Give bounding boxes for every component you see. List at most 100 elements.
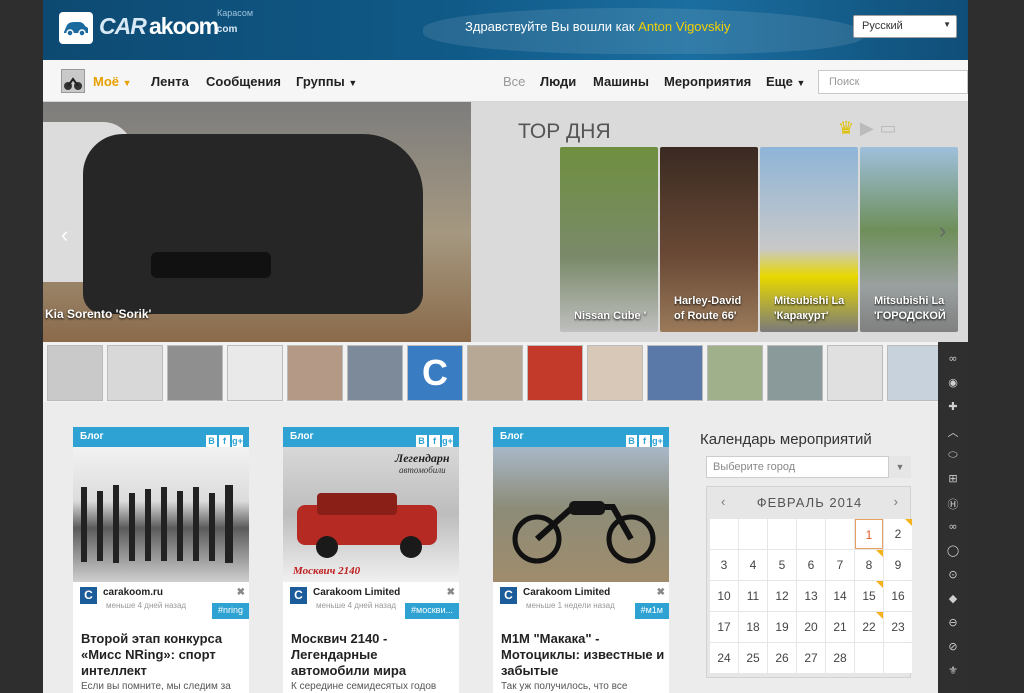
close-icon[interactable]: ✖: [657, 587, 665, 598]
calendar-day[interactable]: 27: [797, 643, 825, 673]
thumbnail[interactable]: [107, 345, 163, 401]
calendar-day[interactable]: 7: [826, 550, 854, 580]
calendar-day[interactable]: 23: [884, 612, 912, 642]
calendar-day[interactable]: 3: [710, 550, 738, 580]
calendar-day[interactable]: 17: [710, 612, 738, 642]
logo-text-akoom[interactable]: akoom: [149, 13, 219, 40]
calendar-day[interactable]: 21: [826, 612, 854, 642]
thumbnail[interactable]: [167, 345, 223, 401]
thumbnail[interactable]: [707, 345, 763, 401]
post-title[interactable]: M1M "Макака" - Мотоциклы: известные и за…: [501, 631, 665, 679]
city-select[interactable]: Выберите город: [706, 456, 911, 478]
chevron-left-icon[interactable]: ‹: [61, 222, 68, 248]
kia-icon[interactable]: ◯: [943, 544, 963, 558]
thumbnail[interactable]: [347, 345, 403, 401]
thumbnail[interactable]: [647, 345, 703, 401]
user-avatar[interactable]: [61, 69, 85, 93]
thumbnail[interactable]: [827, 345, 883, 401]
post-image[interactable]: [493, 447, 669, 582]
peugeot-icon[interactable]: ⚜: [943, 664, 963, 678]
calendar-day[interactable]: 20: [797, 612, 825, 642]
nissan-icon[interactable]: ⊖: [943, 616, 963, 630]
author-avatar[interactable]: C: [290, 587, 307, 604]
nav-more[interactable]: Еще ▼: [766, 74, 805, 89]
post-category[interactable]: Блог: [500, 431, 524, 442]
facebook-share-button[interactable]: f: [639, 435, 650, 447]
calendar-day[interactable]: 14: [826, 581, 854, 611]
honda-icon[interactable]: ⊞: [943, 472, 963, 486]
chevron-down-icon[interactable]: ▼: [888, 456, 911, 478]
chevrolet-icon[interactable]: ✚: [943, 400, 963, 414]
blog-post-card[interactable]: Блог Bf g+ Легендарн автомобили Москвич 2…: [283, 427, 459, 693]
thumbnail[interactable]: [527, 345, 583, 401]
nav-messages[interactable]: Сообщения: [206, 74, 281, 89]
mazda-icon[interactable]: ⊙: [943, 568, 963, 582]
vk-share-button[interactable]: B: [626, 435, 637, 447]
nav-cars[interactable]: Машины: [593, 74, 649, 89]
thumbnail[interactable]: [767, 345, 823, 401]
hyundai-icon[interactable]: Ⓗ: [943, 496, 963, 511]
calendar-day[interactable]: 6: [797, 550, 825, 580]
crown-icon[interactable]: ♛: [838, 118, 854, 139]
post-category[interactable]: Блог: [80, 431, 104, 442]
nav-all[interactable]: Все: [503, 74, 525, 89]
post-image[interactable]: [73, 447, 249, 582]
calendar-day[interactable]: 22: [855, 612, 883, 642]
post-hashtag[interactable]: #м1м: [634, 603, 669, 619]
thumbnail[interactable]: [47, 345, 103, 401]
user-name-link[interactable]: Anton Vigovskiy: [638, 19, 730, 34]
nav-feed[interactable]: Лента: [151, 74, 189, 89]
nav-mine[interactable]: Моё ▼: [93, 74, 132, 89]
post-hashtag[interactable]: #москви...: [405, 603, 459, 619]
author-avatar[interactable]: C: [80, 587, 97, 604]
calendar-day[interactable]: 15: [855, 581, 883, 611]
nav-groups[interactable]: Группы ▼: [296, 74, 357, 89]
hero-slide[interactable]: ‹ Kia Sorento 'Sorik': [43, 102, 471, 342]
googleplus-share-button[interactable]: g+: [652, 435, 663, 447]
post-title[interactable]: Москвич 2140 - Легендарные автомобили ми…: [291, 631, 455, 679]
calendar-day[interactable]: 13: [797, 581, 825, 611]
calendar-day[interactable]: 4: [739, 550, 767, 580]
calendar-day[interactable]: 16: [884, 581, 912, 611]
thumbnail[interactable]: [467, 345, 523, 401]
thumbnail[interactable]: [227, 345, 283, 401]
post-author[interactable]: Carakoom Limited: [313, 587, 400, 598]
calendar-day[interactable]: 18: [739, 612, 767, 642]
chevron-right-icon[interactable]: ›: [939, 218, 946, 244]
top-card[interactable]: Harley-David of Route 66': [660, 147, 758, 332]
post-category[interactable]: Блог: [290, 431, 314, 442]
thumbnail[interactable]: C: [407, 345, 463, 401]
calendar-day[interactable]: 8: [855, 550, 883, 580]
facebook-share-button[interactable]: f: [219, 435, 230, 447]
calendar-day[interactable]: 11: [739, 581, 767, 611]
hero-caption[interactable]: Kia Sorento 'Sorik': [45, 307, 151, 321]
vk-share-button[interactable]: B: [416, 435, 427, 447]
chat-icon[interactable]: ▭: [879, 118, 896, 139]
post-author[interactable]: Carakoom Limited: [523, 587, 610, 598]
thumbnail[interactable]: [287, 345, 343, 401]
author-avatar[interactable]: C: [500, 587, 517, 604]
googleplus-share-button[interactable]: g+: [232, 435, 243, 447]
close-icon[interactable]: ✖: [237, 587, 245, 598]
calendar-day[interactable]: 5: [768, 550, 796, 580]
thumbnail[interactable]: [887, 345, 943, 401]
logo-text-car[interactable]: CAR: [99, 13, 147, 40]
opel-icon[interactable]: ⊘: [943, 640, 963, 654]
calendar-day[interactable]: 12: [768, 581, 796, 611]
post-image[interactable]: Легендарн автомобили Москвич 2140: [283, 447, 459, 582]
top-card[interactable]: Nissan Cube ': [560, 147, 658, 332]
audi-icon[interactable]: ∞: [943, 352, 963, 366]
mitsubishi-icon[interactable]: ◆: [943, 592, 963, 606]
bmw-icon[interactable]: ◉: [943, 376, 963, 390]
top-card[interactable]: Mitsubishi La 'Каракурт': [760, 147, 858, 332]
post-title[interactable]: Второй этап конкурса «Мисс NRing»: спорт…: [81, 631, 245, 679]
calendar-day[interactable]: 2: [884, 519, 912, 549]
calendar-next-button[interactable]: ›: [894, 494, 898, 509]
calendar-day[interactable]: 26: [768, 643, 796, 673]
calendar-day[interactable]: 9: [884, 550, 912, 580]
infiniti-icon[interactable]: ∞: [943, 520, 963, 534]
calendar-day[interactable]: 19: [768, 612, 796, 642]
vk-share-button[interactable]: B: [206, 435, 217, 447]
nav-people[interactable]: Люди: [540, 74, 576, 89]
facebook-share-button[interactable]: f: [429, 435, 440, 447]
